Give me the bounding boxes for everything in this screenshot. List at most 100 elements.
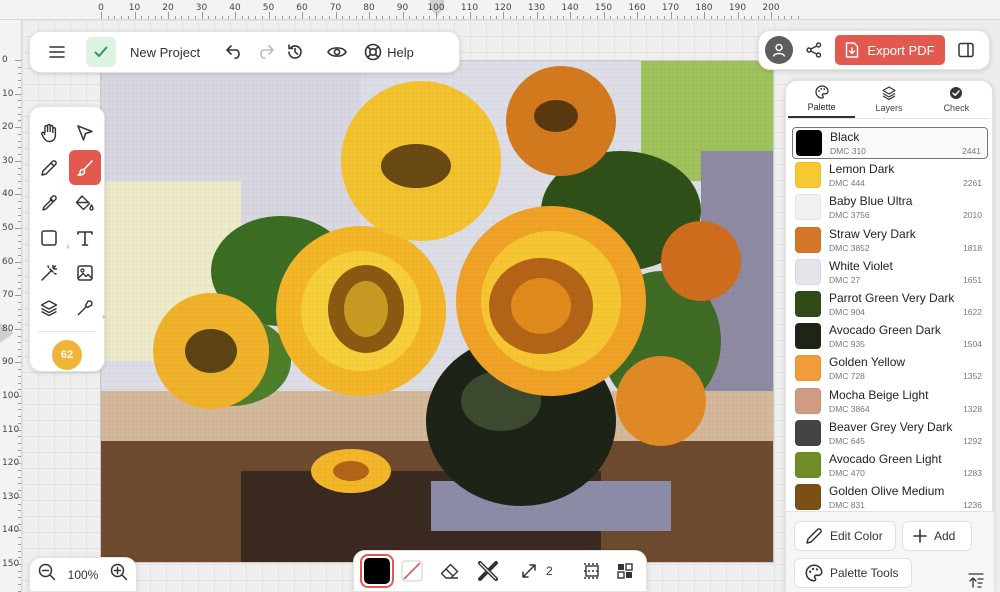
- color-row[interactable]: Straw Very Dark DMC 3852 1818: [792, 224, 988, 256]
- ruler-tick: [362, 16, 364, 19]
- color-row[interactable]: Black DMC 310 2441: [792, 127, 988, 160]
- color-count-badge[interactable]: 62: [52, 340, 82, 370]
- needle-tool[interactable]: ›: [69, 290, 105, 325]
- color-row[interactable]: Avocado Green Dark DMC 935 1504: [792, 320, 988, 352]
- ruler-tick: [18, 570, 21, 572]
- ruler-tick: [677, 16, 679, 19]
- ruler-tick: [281, 16, 283, 19]
- image-tool[interactable]: [69, 255, 101, 290]
- tab-check[interactable]: Check: [923, 81, 990, 118]
- eyedropper-tool[interactable]: [33, 185, 65, 220]
- grid-button[interactable]: [610, 556, 640, 586]
- ruler-tick: [18, 510, 21, 512]
- preview-button[interactable]: [322, 37, 352, 67]
- color-info: Beaver Grey Very Dark DMC 645 1292: [829, 420, 982, 446]
- ruler-tick: [208, 16, 210, 19]
- ruler-tick: [18, 174, 21, 176]
- tab-palette[interactable]: Palette: [788, 81, 856, 118]
- redo-icon: [260, 45, 274, 59]
- color-meta: DMC 310 2441: [830, 146, 981, 156]
- color-info: Golden Yellow DMC 728 1352: [829, 355, 982, 381]
- color-row[interactable]: Parrot Green Very Dark DMC 904 1622: [792, 288, 988, 320]
- color-row[interactable]: Beaver Grey Very Dark DMC 645 1292: [792, 417, 988, 449]
- palette-tools-button[interactable]: Palette Tools: [794, 558, 912, 588]
- color-info: Lemon Dark DMC 444 2261: [829, 162, 982, 188]
- ruler-tick: [335, 12, 337, 19]
- color-row[interactable]: Avocado Green Light DMC 470 1283: [792, 449, 988, 481]
- ruler-tick: [730, 16, 732, 19]
- user-avatar[interactable]: [765, 36, 793, 64]
- select-tool[interactable]: [69, 115, 101, 150]
- ruler-tick: [469, 12, 471, 19]
- undo-button[interactable]: [220, 37, 250, 67]
- ruler-tick: [101, 12, 102, 19]
- saved-status-button[interactable]: [86, 37, 116, 67]
- color-info: Parrot Green Very Dark DMC 904 1622: [829, 291, 982, 317]
- brush-size-button[interactable]: [514, 556, 544, 586]
- edit-color-button[interactable]: Edit Color: [794, 521, 896, 551]
- ruler-tick: [449, 16, 451, 19]
- ruler-tick: [596, 16, 598, 19]
- ruler-tick: [18, 133, 21, 135]
- ruler-tick: [18, 254, 21, 256]
- eraser-button[interactable]: [435, 556, 465, 586]
- ruler-tick: [348, 16, 350, 19]
- ruler-tick: [261, 16, 263, 19]
- sort-button[interactable]: [966, 570, 986, 592]
- history-button[interactable]: [280, 37, 310, 67]
- tab-label: Layers: [875, 103, 903, 113]
- brush-toolbar: 2: [353, 550, 647, 592]
- redo-button[interactable]: [250, 37, 280, 67]
- pencil-tool[interactable]: [33, 150, 65, 185]
- ruler-tick: [288, 16, 290, 19]
- fill-tool[interactable]: [69, 185, 101, 220]
- zoom-level[interactable]: 100%: [68, 568, 99, 582]
- ruler-tick: [603, 12, 605, 19]
- ruler-tick: [255, 16, 257, 19]
- text-tool[interactable]: [69, 220, 101, 255]
- color-name: Beaver Grey Very Dark: [829, 419, 953, 434]
- color-swatch: [795, 291, 821, 318]
- color-row[interactable]: Mocha Beige Light DMC 3864 1328: [792, 385, 988, 417]
- shape-tool[interactable]: ›: [33, 220, 69, 255]
- ruler-tick: [737, 12, 739, 19]
- symmetry-button[interactable]: [577, 556, 607, 586]
- toggle-sidebar-button[interactable]: [951, 35, 981, 65]
- ruler-tick: [18, 80, 21, 82]
- zoom-in-button[interactable]: [110, 563, 128, 586]
- ruler-tick: [536, 12, 538, 19]
- ruler-tick: [18, 288, 21, 290]
- project-title[interactable]: New Project: [130, 45, 200, 60]
- magic-wand-tool[interactable]: [33, 255, 65, 290]
- history-icon: [288, 44, 302, 59]
- color-row[interactable]: Lemon Dark DMC 444 2261: [792, 159, 988, 191]
- add-color-button[interactable]: Add: [902, 521, 972, 551]
- tab-layers[interactable]: Layers: [855, 81, 922, 118]
- brush-tool[interactable]: [69, 150, 101, 185]
- color-row[interactable]: White Violet DMC 27 1651: [792, 256, 988, 288]
- no-color-button[interactable]: [398, 556, 428, 586]
- layers-tool[interactable]: [33, 290, 65, 325]
- ruler-left-label: 0: [2, 55, 8, 65]
- color-row[interactable]: Baby Blue Ultra DMC 3756 2010: [792, 191, 988, 223]
- help-button[interactable]: Help: [364, 43, 414, 61]
- color-swatch: [795, 258, 821, 285]
- hand-tool[interactable]: [33, 115, 65, 150]
- color-row[interactable]: Golden Olive Medium DMC 831 1236: [792, 481, 988, 513]
- zoom-out-button[interactable]: [38, 563, 56, 586]
- ruler-tick: [15, 261, 21, 263]
- ruler-left-label: 60: [2, 256, 14, 267]
- active-color-button[interactable]: [360, 554, 394, 588]
- tools-panel: › › 62: [29, 106, 105, 372]
- color-name: White Violet: [829, 258, 893, 273]
- pattern-canvas[interactable]: [100, 60, 774, 563]
- color-row[interactable]: Golden Yellow DMC 728 1352: [792, 352, 988, 384]
- tab-label: Check: [943, 103, 970, 113]
- cross-stitch-button[interactable]: [473, 556, 503, 586]
- ruler-tick: [18, 66, 21, 68]
- ruler-tick: [717, 16, 719, 19]
- export-pdf-button[interactable]: Export PDF: [835, 35, 945, 65]
- share-button[interactable]: [799, 35, 829, 65]
- menu-button[interactable]: [42, 37, 72, 67]
- color-swatch: [795, 419, 821, 446]
